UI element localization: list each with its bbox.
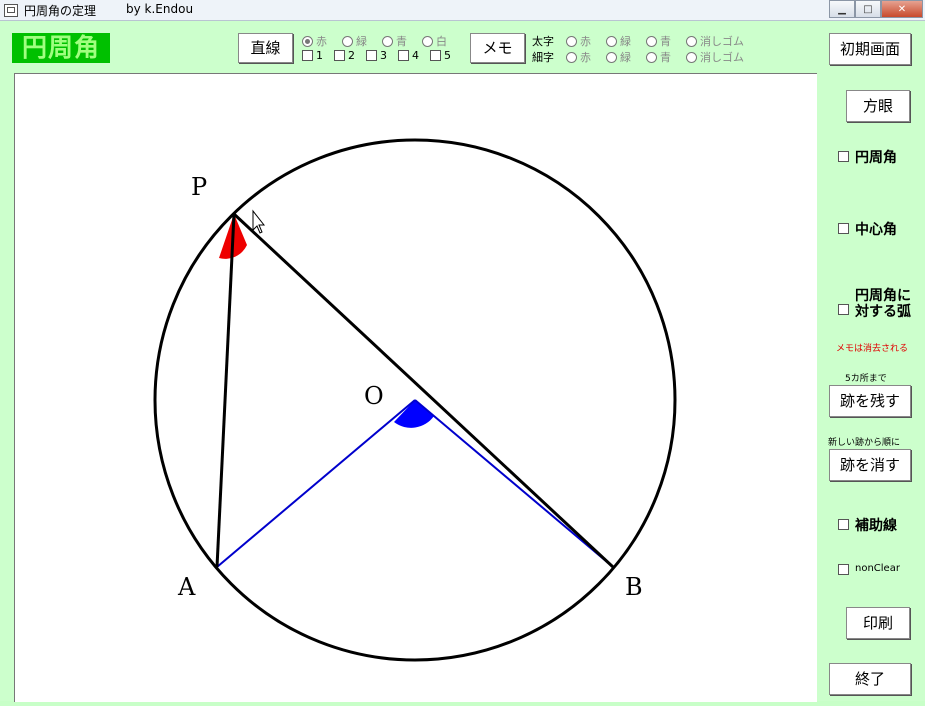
mouse-cursor-icon	[252, 209, 266, 234]
line-slot-2[interactable]: 2	[334, 49, 355, 62]
maximize-icon[interactable]: □	[855, 0, 881, 18]
line-button[interactable]: 直線	[238, 33, 293, 63]
label-o: O	[364, 382, 384, 410]
label-a: A	[177, 573, 196, 601]
checkbox-icon	[838, 223, 849, 234]
keep-note: 5カ所まで	[845, 374, 887, 384]
radio-icon	[302, 35, 313, 47]
keep-trace-button[interactable]: 跡を残す	[829, 385, 911, 417]
exit-button[interactable]: 終了	[829, 663, 911, 695]
thick-blue[interactable]: 青	[646, 33, 671, 49]
checkbox-icon	[838, 151, 849, 162]
chord-pa	[215, 213, 236, 568]
label-p: P	[191, 173, 207, 201]
radio-icon	[342, 35, 353, 47]
thin-label: 細字	[532, 51, 554, 64]
thin-eraser[interactable]: 消しゴム	[686, 49, 744, 65]
geometry-figure: P O A B	[153, 138, 677, 662]
checkbox-icon	[430, 50, 441, 61]
line-slot-5[interactable]: 5	[430, 49, 451, 62]
line-slot-1[interactable]: 1	[302, 49, 323, 62]
nonclear-toggle[interactable]: nonClear	[838, 563, 900, 575]
close-icon[interactable]: ✕	[881, 0, 923, 18]
line-color-red[interactable]: 赤	[302, 33, 327, 49]
app-icon	[4, 4, 18, 17]
thick-red[interactable]: 赤	[566, 33, 591, 49]
grid-button[interactable]: 方眼	[846, 90, 910, 122]
app-logo: 円周角	[12, 33, 110, 63]
line-slot-3[interactable]: 3	[366, 49, 387, 62]
checkbox-icon	[398, 50, 409, 61]
title-bar: 円周角の定理 by k.Endou ▁ □ ✕	[0, 0, 925, 21]
radio-icon	[686, 35, 697, 47]
checkbox-icon	[334, 50, 345, 61]
thin-red[interactable]: 赤	[566, 49, 591, 65]
line-color-green[interactable]: 緑	[342, 33, 367, 49]
radio-icon	[606, 35, 617, 47]
window-title: 円周角の定理	[24, 4, 97, 18]
radius-oa	[216, 399, 416, 568]
radio-icon	[646, 35, 657, 47]
thick-eraser[interactable]: 消しゴム	[686, 33, 744, 49]
inscribed-angle-toggle[interactable]: 円周角	[838, 147, 897, 167]
checkbox-icon	[838, 304, 849, 315]
thin-green[interactable]: 緑	[606, 49, 631, 65]
checkbox-icon	[302, 50, 313, 61]
line-slot-4[interactable]: 4	[398, 49, 419, 62]
erase-note: 新しい跡から順に	[828, 438, 901, 448]
radio-icon	[606, 51, 617, 63]
checkbox-icon	[838, 564, 849, 575]
reset-button[interactable]: 初期画面	[829, 33, 911, 65]
aux-line-toggle[interactable]: 補助線	[838, 515, 897, 535]
radius-ob	[414, 399, 614, 568]
radio-icon	[646, 51, 657, 63]
checkbox-icon	[838, 519, 849, 530]
central-angle-toggle[interactable]: 中心角	[838, 219, 897, 239]
memo-button[interactable]: メモ	[470, 33, 525, 63]
radio-icon	[382, 35, 393, 47]
thin-blue[interactable]: 青	[646, 49, 671, 65]
line-color-white[interactable]: 白	[422, 33, 447, 49]
app-body: 円周角 直線 赤 緑 青 白 1 2 3 4 5 メモ 太字 細字 赤 緑 青 …	[0, 21, 925, 702]
window-author: by k.Endou	[126, 2, 194, 16]
memo-note: メモは消去される	[836, 344, 909, 354]
drawing-canvas[interactable]: P O A B	[14, 73, 817, 702]
minimize-icon[interactable]: ▁	[829, 0, 855, 18]
label-b: B	[625, 573, 643, 601]
print-button[interactable]: 印刷	[846, 607, 910, 639]
thick-green[interactable]: 緑	[606, 33, 631, 49]
arc-toggle[interactable]: 円周角に対する弧	[838, 288, 912, 320]
thick-label: 太字	[532, 35, 554, 48]
chord-pb	[232, 212, 615, 569]
radio-icon	[566, 51, 577, 63]
radio-icon	[566, 35, 577, 47]
radio-icon	[422, 35, 433, 47]
radio-icon	[686, 51, 697, 63]
erase-trace-button[interactable]: 跡を消す	[829, 449, 911, 481]
checkbox-icon	[366, 50, 377, 61]
line-color-blue[interactable]: 青	[382, 33, 407, 49]
